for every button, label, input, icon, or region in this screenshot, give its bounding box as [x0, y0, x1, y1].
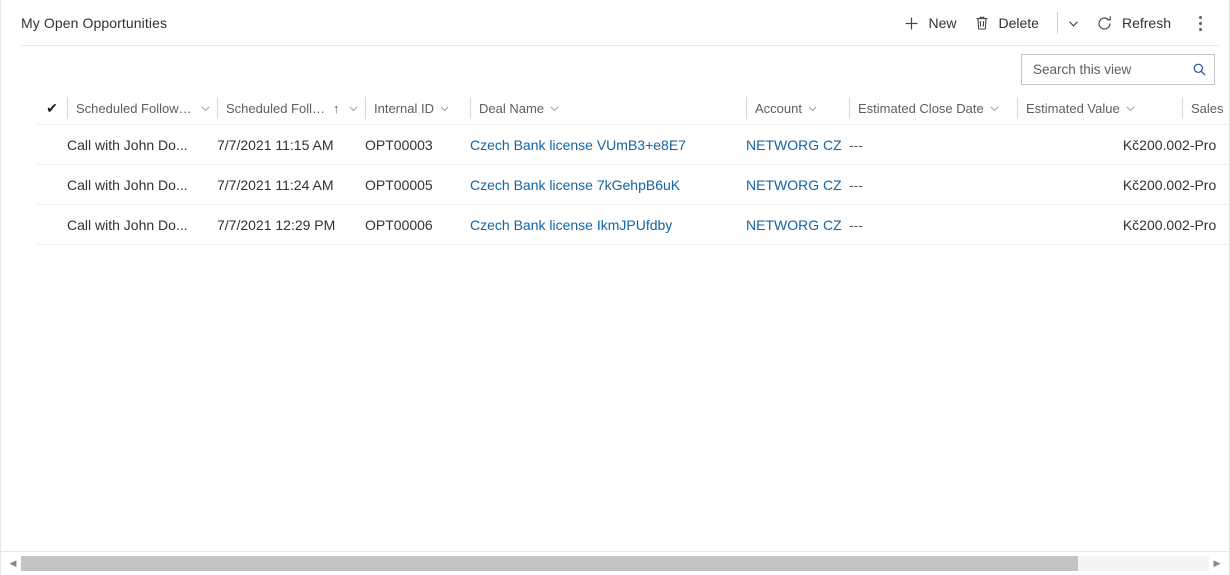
column-header-label: Deal Name	[479, 100, 545, 116]
chevron-down-icon	[348, 103, 359, 114]
column-header-label: Estimated Value	[1026, 100, 1120, 116]
column-header-account[interactable]: Account	[746, 92, 849, 125]
account-link[interactable]: NETWORG CZ	[746, 177, 842, 193]
select-all-header[interactable]: ✔	[37, 92, 67, 125]
column-header-deal-name[interactable]: Deal Name	[470, 92, 746, 125]
cell-internal-id: OPT00003	[365, 136, 433, 153]
row-select-cell[interactable]	[37, 205, 67, 245]
table-row[interactable]: Call with John Do... 7/7/2021 11:24 AM O…	[37, 165, 1229, 205]
table-row[interactable]: Call with John Do... 7/7/2021 12:29 PM O…	[37, 205, 1229, 245]
opportunity-list-view: My Open Opportunities New Delete Refresh…	[0, 0, 1230, 575]
refresh-button[interactable]: Refresh	[1088, 3, 1179, 43]
cell-scheduled-follow-up: Call with John Do...	[67, 176, 188, 193]
deal-name-link[interactable]: Czech Bank license IkmJPUfdby	[470, 217, 672, 233]
cell-sales-stage: 2-Pro	[1182, 176, 1217, 193]
search-input[interactable]	[1031, 60, 1190, 78]
chevron-down-icon	[549, 103, 560, 114]
cell-deal-name[interactable]: Czech Bank license 7kGehpB6uK	[470, 165, 746, 205]
cell-internal-id: OPT00005	[365, 176, 433, 193]
search-row	[1, 46, 1229, 92]
column-header-label: Internal ID	[374, 100, 434, 116]
scroll-left-arrow-icon[interactable]: ◀	[5, 556, 21, 572]
new-button-label: New	[928, 15, 957, 31]
trash-icon	[973, 14, 991, 32]
scrollbar-thumb[interactable]	[21, 556, 1079, 571]
column-header-label: Account	[755, 100, 802, 116]
select-all-checkmark-icon[interactable]: ✔	[37, 92, 67, 124]
cell-estimated-close-date: ---	[849, 216, 863, 233]
toolbar-divider	[1056, 12, 1058, 34]
page-title: My Open Opportunities	[21, 15, 168, 31]
delete-split-chevron-button[interactable]	[1060, 3, 1088, 43]
cell-scheduled-follow-up-date: 7/7/2021 12:29 PM	[217, 216, 336, 233]
cell-scheduled-follow-up-date: 7/7/2021 11:15 AM	[217, 136, 334, 153]
delete-button[interactable]: Delete	[965, 3, 1047, 43]
cell-account[interactable]: NETWORG CZ	[746, 205, 849, 245]
grid-header: ✔ Scheduled Follow-up Scheduled Follo...	[37, 92, 1229, 125]
sort-ascending-icon: ↑	[333, 100, 340, 116]
opportunities-grid: ✔ Scheduled Follow-up Scheduled Follo...	[37, 92, 1229, 245]
chevron-down-icon	[807, 103, 818, 114]
row-select-cell[interactable]	[37, 165, 67, 205]
delete-button-label: Delete	[998, 15, 1039, 31]
new-button[interactable]: New	[894, 3, 964, 43]
row-select-cell[interactable]	[37, 125, 67, 165]
cell-estimated-value: Kč200.00	[1122, 136, 1182, 153]
refresh-icon	[1096, 14, 1114, 32]
column-header-label: Estimated Close Date	[858, 100, 984, 116]
chevron-down-icon	[989, 103, 1000, 114]
cell-account[interactable]: NETWORG CZ	[746, 165, 849, 205]
account-link[interactable]: NETWORG CZ	[746, 137, 842, 153]
cell-estimated-close-date: ---	[849, 136, 863, 153]
column-header-label: Sales	[1191, 100, 1224, 116]
column-header-sales-stage[interactable]: Sales	[1182, 92, 1229, 125]
column-header-internal-id[interactable]: Internal ID	[365, 92, 470, 125]
deal-name-link[interactable]: Czech Bank license 7kGehpB6uK	[470, 177, 680, 193]
cell-scheduled-follow-up-date: 7/7/2021 11:24 AM	[217, 176, 334, 193]
plus-icon	[902, 14, 920, 32]
chevron-down-icon	[1125, 103, 1136, 114]
cell-scheduled-follow-up: Call with John Do...	[67, 216, 188, 233]
column-header-scheduled-follow-up-date[interactable]: Scheduled Follo... ↑	[217, 92, 365, 125]
command-bar: My Open Opportunities New Delete Refresh	[1, 0, 1229, 46]
cell-sales-stage: 2-Pro	[1182, 136, 1217, 153]
scroll-right-arrow-icon[interactable]: ▶	[1209, 556, 1225, 572]
cell-internal-id: OPT00006	[365, 216, 433, 233]
column-header-scheduled-follow-up[interactable]: Scheduled Follow-up	[67, 92, 217, 125]
chevron-down-icon	[1065, 14, 1083, 32]
search-icon[interactable]	[1190, 60, 1208, 78]
header-row: ✔ Scheduled Follow-up Scheduled Follo...	[37, 92, 1229, 125]
account-link[interactable]: NETWORG CZ	[746, 217, 842, 233]
horizontal-scrollbar[interactable]: ◀ ▶	[1, 551, 1229, 575]
more-commands-button[interactable]	[1185, 3, 1215, 43]
column-header-label: Scheduled Follow-up	[76, 100, 195, 116]
column-header-label: Scheduled Follo...	[226, 100, 326, 116]
chevron-down-icon	[439, 103, 450, 114]
cell-scheduled-follow-up: Call with John Do...	[67, 136, 188, 153]
cell-estimated-value: Kč200.00	[1122, 176, 1182, 193]
scrollbar-track[interactable]	[21, 556, 1209, 571]
search-box[interactable]	[1021, 53, 1215, 85]
column-header-estimated-close-date[interactable]: Estimated Close Date	[849, 92, 1017, 125]
more-commands-icon	[1198, 15, 1202, 31]
refresh-button-label: Refresh	[1121, 15, 1171, 31]
chevron-down-icon	[200, 103, 211, 114]
column-header-estimated-value[interactable]: Estimated Value	[1017, 92, 1182, 125]
cell-account[interactable]: NETWORG CZ	[746, 125, 849, 165]
table-row[interactable]: Call with John Do... 7/7/2021 11:15 AM O…	[37, 124, 1229, 165]
cell-deal-name[interactable]: Czech Bank license VUmB3+e8E7	[470, 125, 746, 165]
data-grid-container: ✔ Scheduled Follow-up Scheduled Follo...	[1, 92, 1229, 551]
grid-body: Call with John Do... 7/7/2021 11:15 AM O…	[37, 124, 1229, 245]
cell-sales-stage: 2-Pro	[1182, 216, 1217, 233]
cell-estimated-close-date: ---	[849, 176, 863, 193]
cell-deal-name[interactable]: Czech Bank license IkmJPUfdby	[470, 205, 746, 245]
deal-name-link[interactable]: Czech Bank license VUmB3+e8E7	[470, 137, 686, 153]
cell-estimated-value: Kč200.00	[1122, 216, 1182, 233]
